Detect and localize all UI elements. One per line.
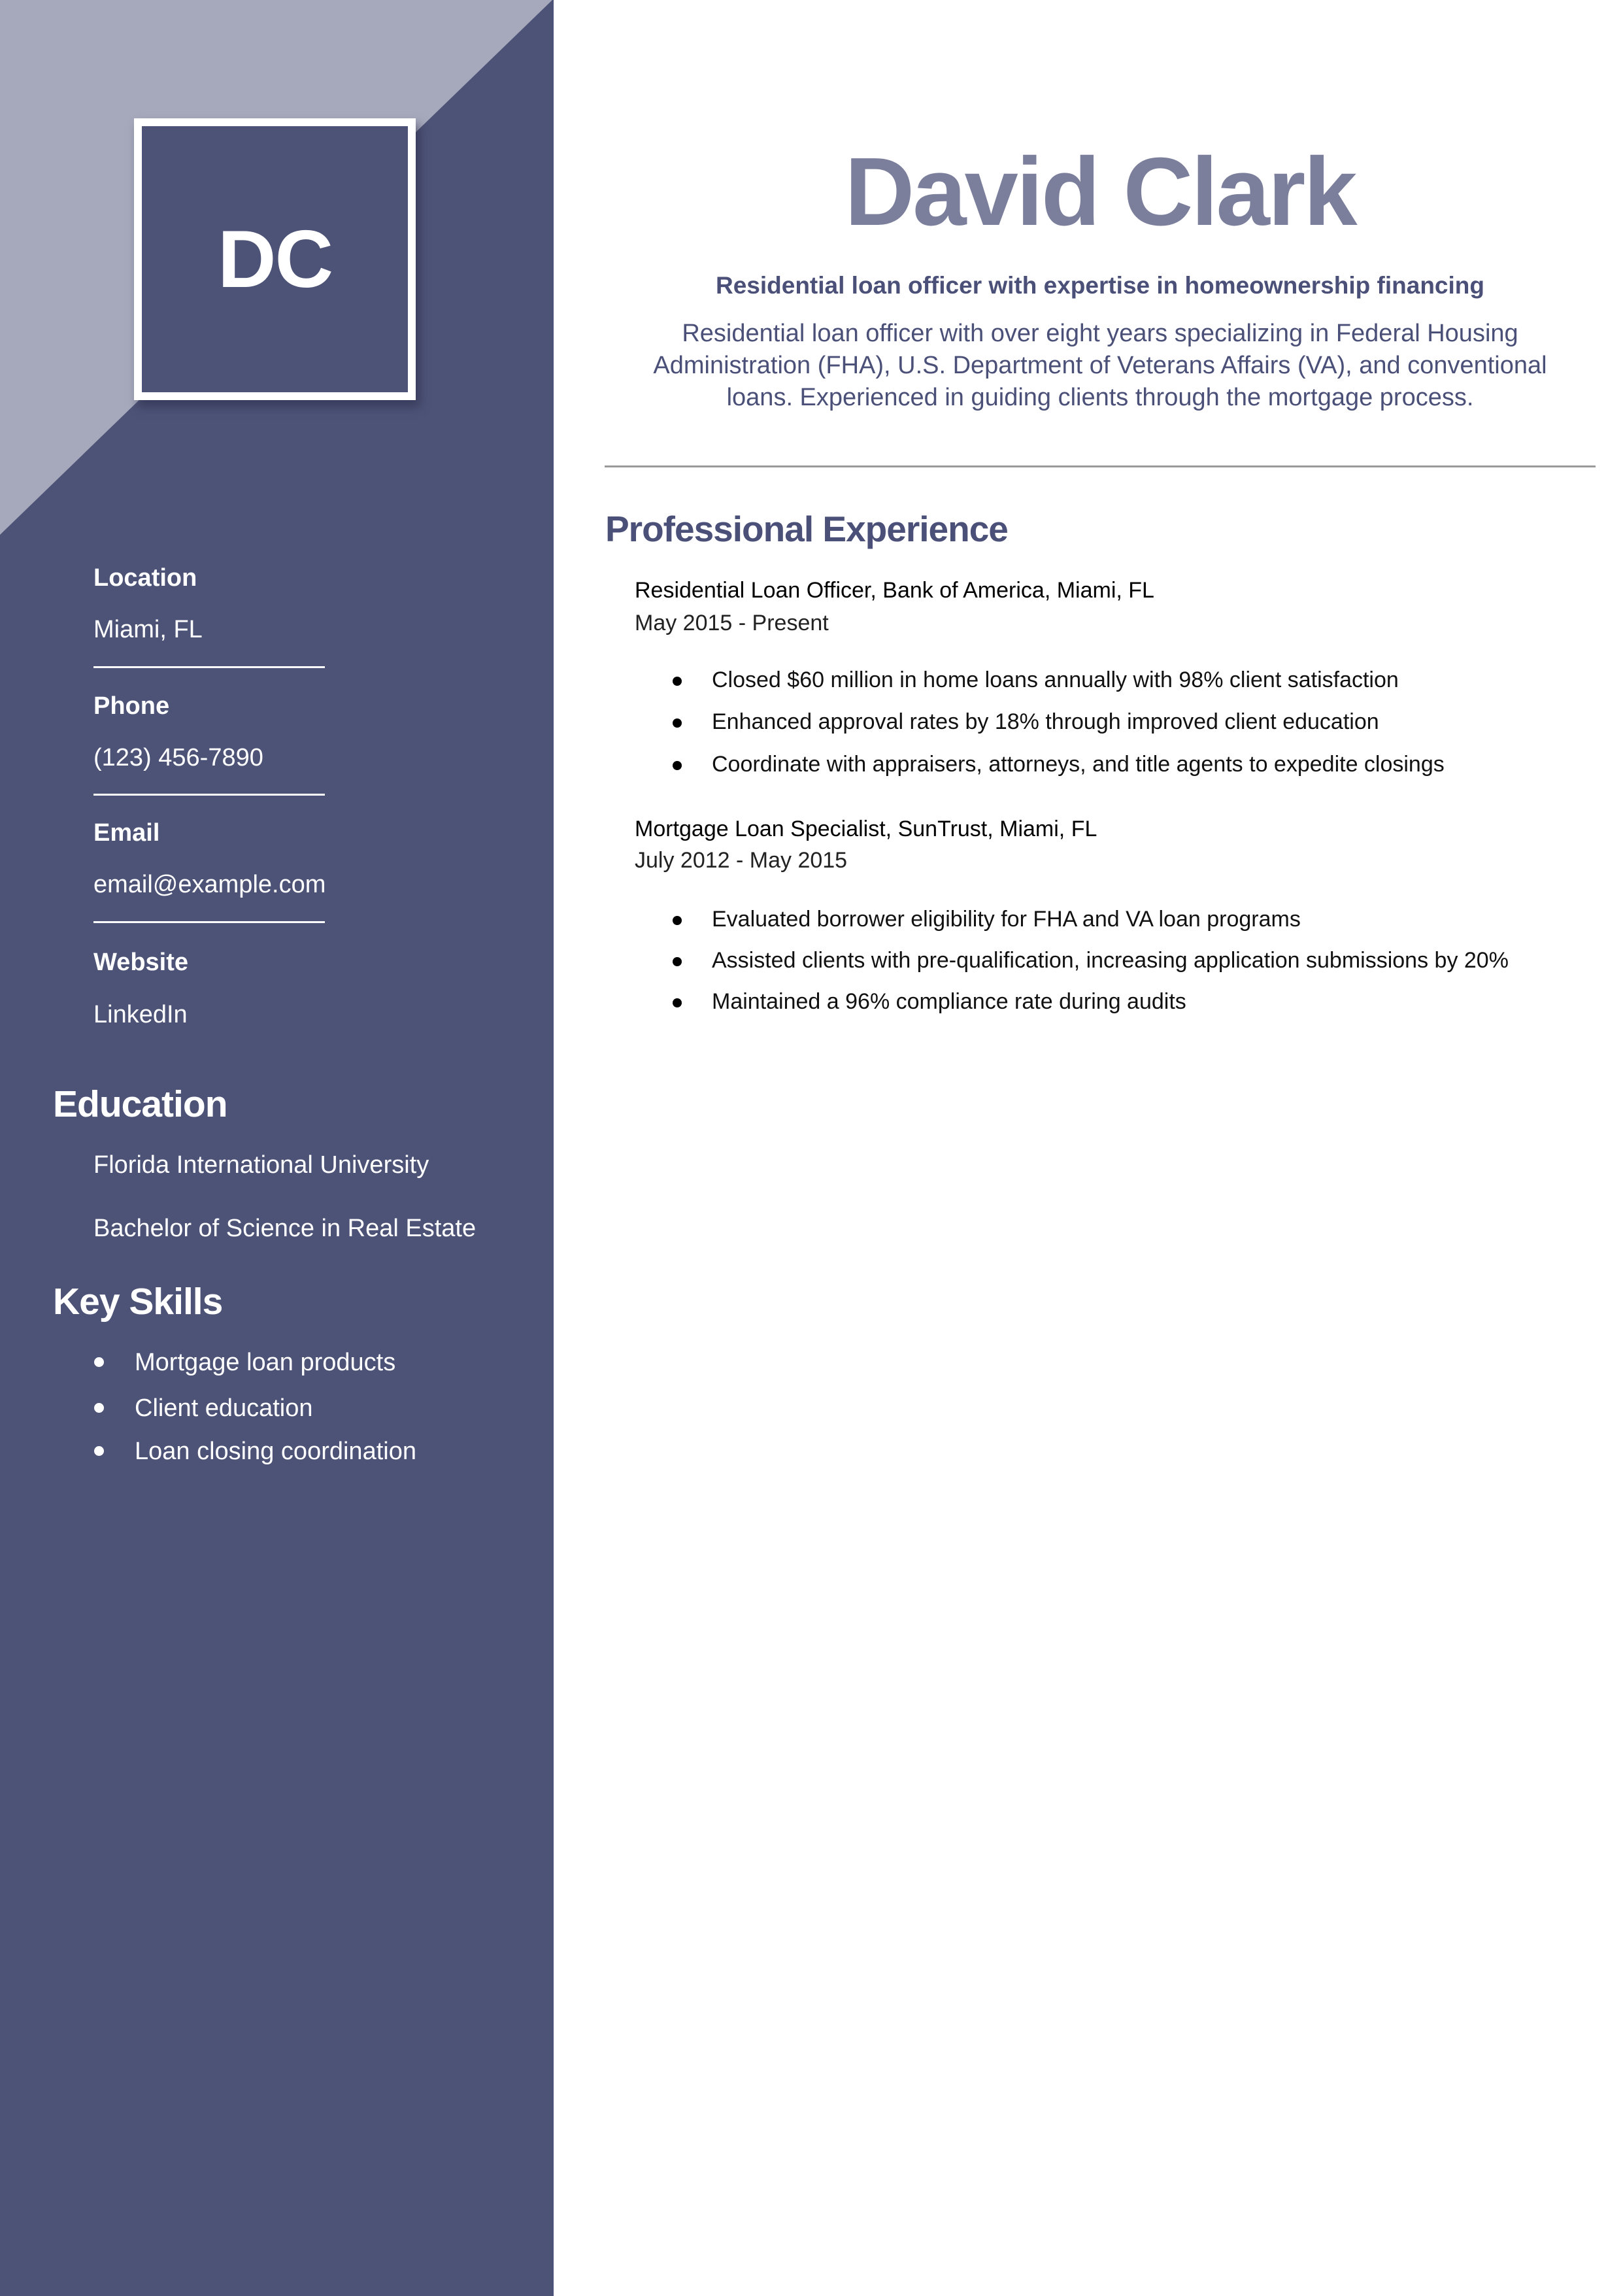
monogram-initials: DC [217, 214, 333, 305]
contact-value-website[interactable]: LinkedIn [93, 1002, 188, 1027]
job-dates: July 2012 - May 2015 [635, 848, 848, 873]
summary-line: loans. Experienced in guiding clients th… [726, 384, 1474, 411]
candidate-name: David Clark [845, 138, 1357, 246]
contact-label-phone: Phone [93, 692, 170, 720]
contact-label-website: Website [93, 949, 189, 976]
job-bullet: Coordinate with appraisers, attorneys, a… [712, 752, 1445, 777]
header-divider [605, 465, 1596, 467]
skill-item: Loan closing coordination [135, 1438, 416, 1465]
job-bullet: Maintained a 96% compliance rate during … [712, 989, 1186, 1014]
experience-heading: Professional Experience [605, 509, 1009, 549]
bullet-icon [94, 1357, 104, 1367]
job-bullet: Evaluated borrower eligibility for FHA a… [712, 907, 1301, 932]
bullet-icon [673, 718, 682, 728]
bullet-icon [673, 677, 682, 686]
bullet-icon [673, 761, 682, 770]
contact-value-location: Miami, FL [93, 616, 203, 643]
job-dates: May 2015 - Present [635, 611, 829, 635]
job-bullet: Closed $60 million in home loans annuall… [712, 667, 1399, 692]
job-bullet: Enhanced approval rates by 18% through i… [712, 709, 1379, 734]
contact-label-email: Email [93, 819, 160, 847]
bullet-icon [673, 916, 682, 925]
skills-heading: Key Skills [53, 1281, 223, 1323]
contact-divider [93, 666, 325, 668]
summary-line: Residential loan officer with over eight… [682, 320, 1518, 347]
job-bullet: Assisted clients with pre-qualification,… [712, 948, 1509, 973]
monogram-badge: DC [134, 118, 416, 400]
contact-label-location: Location [93, 564, 197, 592]
bullet-icon [94, 1446, 104, 1456]
skill-item: Mortgage loan products [135, 1349, 396, 1376]
education-school: Florida International University [93, 1151, 429, 1179]
education-degree: Bachelor of Science in Real Estate [93, 1215, 477, 1242]
education-heading: Education [53, 1083, 228, 1125]
summary-line: Administration (FHA), U.S. Department of… [653, 352, 1547, 379]
contact-value-phone[interactable]: (123) 456-7890 [93, 745, 263, 770]
tagline: Residential loan officer with expertise … [716, 272, 1484, 299]
summary: Residential loan officer with over eight… [605, 318, 1596, 414]
contact-divider [93, 794, 325, 796]
bullet-icon [94, 1403, 104, 1413]
bullet-icon [673, 957, 682, 966]
sidebar: DC Location Miami, FL Phone (123) 456-78… [0, 0, 554, 2296]
skill-item: Client education [135, 1394, 313, 1422]
job-title: Mortgage Loan Specialist, SunTrust, Miam… [635, 817, 1097, 841]
contact-value-email[interactable]: email@example.com [93, 872, 326, 897]
job-title: Residential Loan Officer, Bank of Americ… [635, 578, 1154, 603]
contact-divider [93, 921, 325, 923]
bullet-icon [673, 998, 682, 1007]
